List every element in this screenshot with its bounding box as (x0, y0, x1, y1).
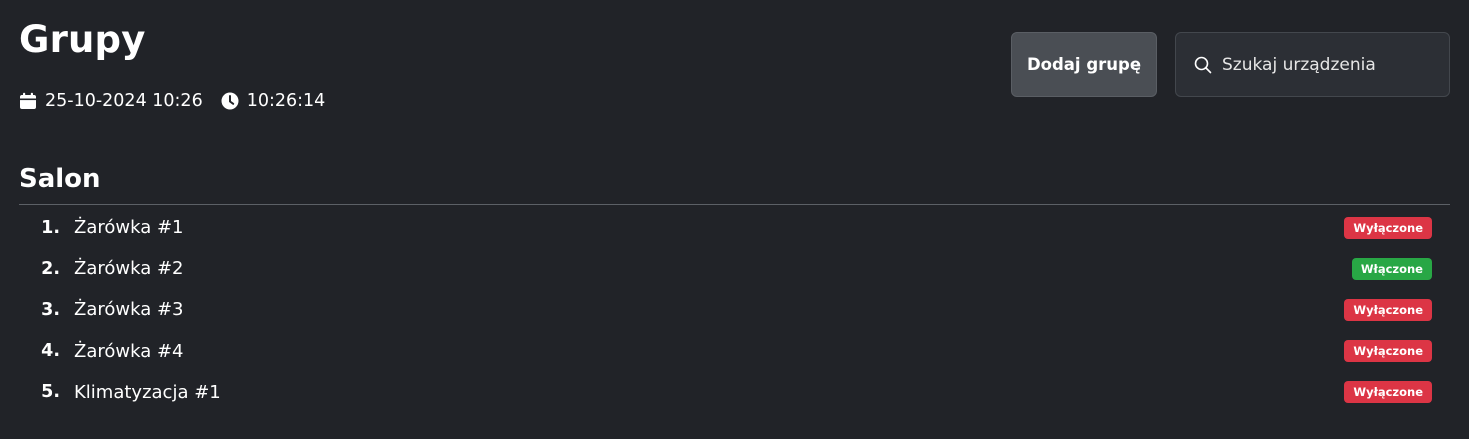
search-box[interactable] (1175, 32, 1450, 97)
list-item[interactable]: 2. Żarówka #2 Włączone (0, 248, 1469, 289)
list-item[interactable]: 3. Żarówka #3 Wyłączone (0, 289, 1469, 330)
status-badge: Wyłączone (1344, 340, 1432, 363)
list-item[interactable]: 4. Żarówka #4 Wyłączone (0, 331, 1469, 372)
groups-page: Grupy 25-10-2024 10:26 10:26:14 Dodaj gr… (0, 0, 1469, 439)
device-name: Klimatyzacja #1 (74, 381, 221, 403)
clock-icon (221, 92, 239, 110)
device-number: 5. (41, 382, 60, 403)
group-title: Salon (19, 164, 101, 194)
section-divider (19, 204, 1450, 205)
device-number: 2. (41, 258, 60, 279)
status-badge: Wyłączone (1344, 216, 1432, 239)
datetime-bar: 25-10-2024 10:26 10:26:14 (19, 89, 325, 113)
list-item[interactable]: 1. Żarówka #1 Wyłączone (0, 207, 1469, 248)
search-icon (1194, 56, 1212, 74)
device-name: Żarówka #3 (74, 299, 184, 321)
search-input[interactable] (1222, 54, 1432, 75)
add-group-button[interactable]: Dodaj grupę (1011, 32, 1157, 97)
device-name: Żarówka #4 (74, 340, 184, 362)
device-number: 4. (41, 341, 60, 362)
device-number: 1. (41, 217, 60, 238)
list-item[interactable]: 5. Klimatyzacja #1 Wyłączone (0, 372, 1469, 413)
status-badge: Włączone (1351, 257, 1432, 280)
calendar-icon (19, 92, 37, 110)
current-time: 10:26:14 (246, 91, 326, 111)
status-badge: Wyłączone (1344, 381, 1432, 404)
device-name: Żarówka #1 (74, 217, 184, 239)
status-badge: Wyłączone (1344, 298, 1432, 321)
current-date: 25-10-2024 10:26 (45, 91, 203, 111)
page-title: Grupy (19, 18, 146, 61)
device-number: 3. (41, 299, 60, 320)
device-name: Żarówka #2 (74, 258, 184, 280)
device-list: 1. Żarówka #1 Wyłączone 2. Żarówka #2 Wł… (0, 207, 1469, 413)
